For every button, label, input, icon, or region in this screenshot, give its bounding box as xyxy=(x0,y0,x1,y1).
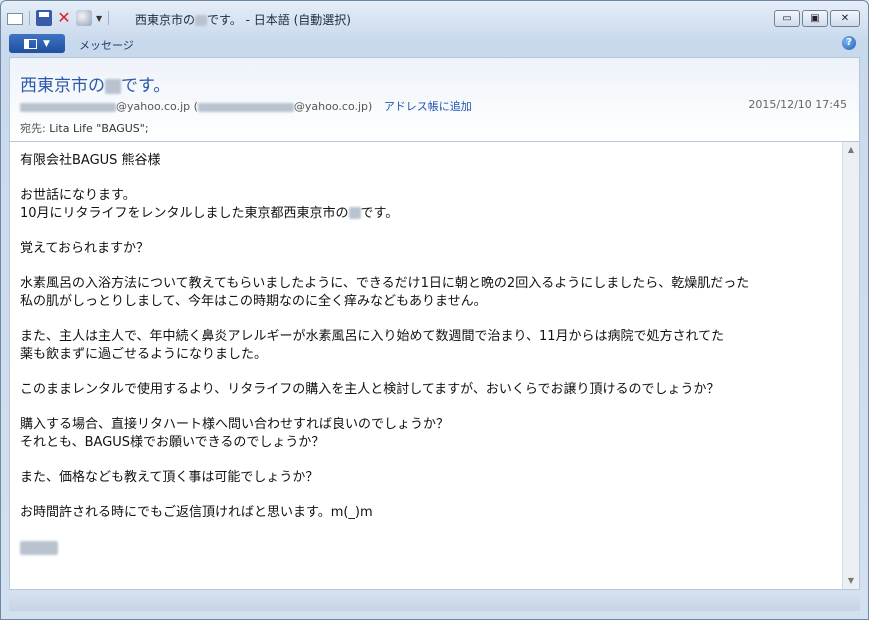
ribbon: ▼ メッセージ ? xyxy=(1,34,868,56)
delete-icon[interactable]: ✕ xyxy=(56,10,72,26)
minimize-button[interactable]: ▭ xyxy=(774,10,800,27)
message-body[interactable]: 有限会社BAGUS 熊谷様 お世話になります。 10月にリタライフをレンタルしま… xyxy=(9,141,860,590)
close-button[interactable]: ✕ xyxy=(830,10,860,27)
to-label: 宛先: xyxy=(20,122,46,135)
move-icon[interactable] xyxy=(76,10,92,26)
window-title: 西東京市の です。 - 日本語 (自動選択) xyxy=(135,13,351,27)
message-subject: 西東京市の です。 xyxy=(20,76,171,96)
scroll-down-icon[interactable]: ▼ xyxy=(843,573,859,589)
redacted-sender xyxy=(197,102,294,112)
sender-address[interactable]: @yahoo.co.jp xyxy=(116,100,190,113)
status-bar xyxy=(9,591,860,611)
toolbar-separator xyxy=(29,11,30,25)
quick-access-toolbar: ✕ ▼ xyxy=(7,10,111,26)
maximize-button[interactable]: ▣ xyxy=(802,10,828,27)
chevron-down-icon: ▼ xyxy=(43,38,50,49)
add-to-address-book-link[interactable]: アドレス帳に追加 xyxy=(384,100,472,113)
message-header: 西東京市の です。 @yahoo.co.jp (@yahoo.co.jp) アドレ… xyxy=(9,57,860,141)
app-menu-button[interactable]: ▼ xyxy=(9,34,65,53)
greeting: 有限会社BAGUS 熊谷様 xyxy=(20,153,161,168)
redacted-name xyxy=(348,207,361,220)
vertical-scrollbar[interactable]: ▲ ▼ xyxy=(842,142,859,589)
help-icon[interactable]: ? xyxy=(842,36,856,50)
redacted-name xyxy=(105,78,121,94)
title-bar: ✕ ▼ 西東京市の です。 - 日本語 (自動選択) ▭ ▣ ✕ xyxy=(1,1,868,35)
sender-line: @yahoo.co.jp (@yahoo.co.jp) アドレス帳に追加 xyxy=(20,98,472,114)
window-controls: ▭ ▣ ✕ xyxy=(774,10,860,27)
redacted-signature xyxy=(20,540,58,555)
mail-window: ✕ ▼ 西東京市の です。 - 日本語 (自動選択) ▭ ▣ ✕ ▼ メッセージ … xyxy=(0,0,869,620)
message-text: 有限会社BAGUS 熊谷様 お世話になります。 10月にリタライフをレンタルしま… xyxy=(20,152,835,574)
redacted-name xyxy=(195,15,208,26)
tab-message[interactable]: メッセージ xyxy=(79,37,134,53)
menu-icon xyxy=(24,38,38,49)
scroll-up-icon[interactable]: ▲ xyxy=(843,142,859,158)
save-icon[interactable] xyxy=(36,10,52,26)
received-date: 2015/12/10 17:45 xyxy=(748,98,847,111)
redacted-sender xyxy=(20,102,116,112)
chevron-down-icon[interactable]: ▼ xyxy=(96,14,102,23)
toolbar-separator xyxy=(108,11,110,25)
mail-icon xyxy=(7,13,23,25)
recipient-line: 宛先: Lita Life "BAGUS"; xyxy=(20,120,149,136)
recipient-value[interactable]: Lita Life "BAGUS"; xyxy=(49,122,148,135)
